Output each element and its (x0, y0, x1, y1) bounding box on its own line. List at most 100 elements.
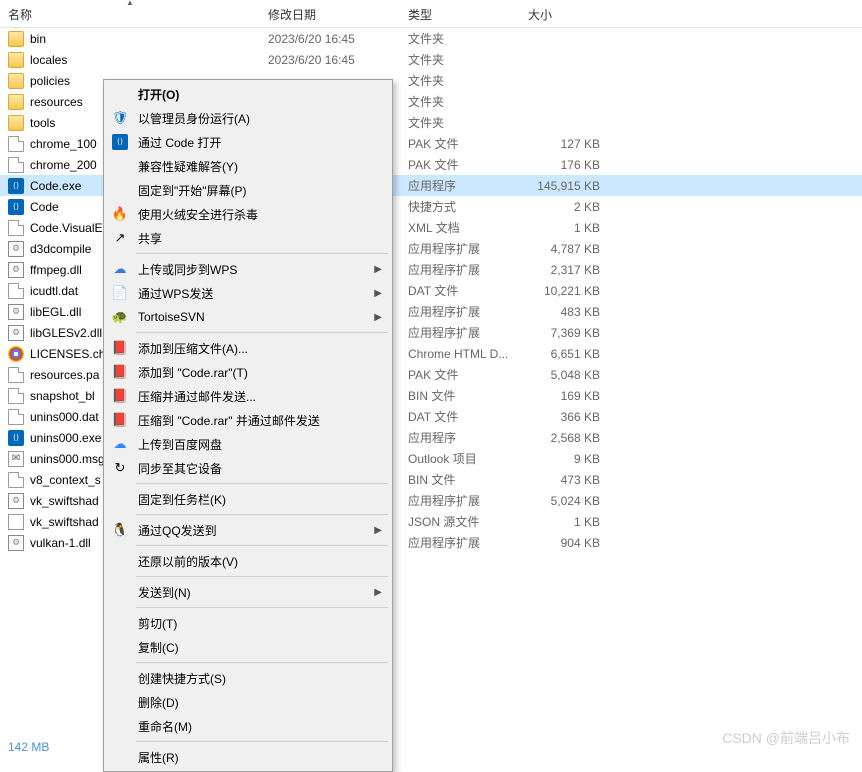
menu-separator (136, 662, 388, 663)
file-icon (8, 283, 24, 299)
file-size: 2,568 KB (520, 431, 620, 445)
file-icon (8, 220, 24, 236)
file-type: 文件夹 (400, 72, 520, 89)
file-size: 1 KB (520, 221, 620, 235)
menu-separator (136, 741, 388, 742)
folder-icon (8, 31, 24, 47)
file-row[interactable]: bin2023/6/20 16:45文件夹 (0, 28, 862, 49)
header-type[interactable]: 类型 (400, 0, 520, 27)
menu-add-rar[interactable]: 📕添加到 "Code.rar"(T) (106, 360, 390, 384)
file-type: DAT 文件 (400, 282, 520, 299)
file-row[interactable]: locales2023/6/20 16:45文件夹 (0, 49, 862, 70)
file-name: snapshot_bl (30, 389, 95, 403)
file-name: v8_context_s (30, 473, 101, 487)
menu-compress-email[interactable]: 📕压缩并通过邮件发送... (106, 384, 390, 408)
menu-share[interactable]: ↗共享 (106, 226, 390, 250)
dll-icon (8, 325, 24, 341)
file-name: resources (30, 95, 83, 109)
file-name: vulkan-1.dll (30, 536, 91, 550)
dll-icon (8, 262, 24, 278)
file-name: tools (30, 116, 55, 130)
menu-send-to[interactable]: 发送到(N)▶ (106, 580, 390, 604)
file-name: LICENSES.ch (30, 347, 105, 361)
menu-open[interactable]: 打开(O) (106, 82, 390, 106)
menu-cut[interactable]: 剪切(T) (106, 611, 390, 635)
header-date[interactable]: 修改日期 (260, 0, 400, 27)
menu-properties[interactable]: 属性(R) (106, 745, 390, 769)
file-type: PAK 文件 (400, 366, 520, 383)
chevron-right-icon: ▶ (374, 525, 382, 536)
menu-add-archive[interactable]: 📕添加到压缩文件(A)... (106, 336, 390, 360)
menu-open-with-code[interactable]: 通过 Code 打开 (106, 130, 390, 154)
menu-compat-troubleshoot[interactable]: 兼容性疑难解答(Y) (106, 154, 390, 178)
msg-icon (8, 451, 24, 467)
menu-tortoise-svn[interactable]: 🐢TortoiseSVN▶ (106, 305, 390, 329)
file-type: 应用程序 (400, 429, 520, 446)
menu-sync-devices[interactable]: ↻同步至其它设备 (106, 456, 390, 480)
file-name: libEGL.dll (30, 305, 81, 319)
file-type: Chrome HTML D... (400, 347, 520, 361)
menu-create-shortcut[interactable]: 创建快捷方式(S) (106, 666, 390, 690)
file-name: unins000.exe (30, 431, 101, 445)
menu-compress-rar-email[interactable]: 📕压缩到 "Code.rar" 并通过邮件发送 (106, 408, 390, 432)
vscode-icon (8, 178, 24, 194)
file-icon (8, 388, 24, 404)
file-type: JSON 源文件 (400, 513, 520, 530)
menu-copy[interactable]: 复制(C) (106, 635, 390, 659)
file-name: policies (30, 74, 70, 88)
menu-rename[interactable]: 重命名(M) (106, 714, 390, 738)
file-size: 7,369 KB (520, 326, 620, 340)
menu-qq-send[interactable]: 🐧通过QQ发送到▶ (106, 518, 390, 542)
file-name: icudtl.dat (30, 284, 78, 298)
file-size: 5,048 KB (520, 368, 620, 382)
folder-icon (8, 52, 24, 68)
vscode-icon (8, 430, 24, 446)
menu-pin-taskbar[interactable]: 固定到任务栏(K) (106, 487, 390, 511)
menu-delete[interactable]: 删除(D) (106, 690, 390, 714)
vscode-icon (8, 199, 24, 215)
file-type: BIN 文件 (400, 471, 520, 488)
file-type: 应用程序扩展 (400, 303, 520, 320)
file-size: 145,915 KB (520, 179, 620, 193)
file-name: chrome_100 (30, 137, 97, 151)
file-type: PAK 文件 (400, 135, 520, 152)
menu-run-as-admin[interactable]: 🛡以管理员身份运行(A) (106, 106, 390, 130)
file-size: 2,317 KB (520, 263, 620, 277)
menu-restore-versions[interactable]: 还原以前的版本(V) (106, 549, 390, 573)
header-name[interactable]: 名称▲ (0, 0, 260, 27)
file-name: chrome_200 (30, 158, 97, 172)
file-icon (8, 157, 24, 173)
chevron-right-icon: ▶ (374, 264, 382, 275)
file-size: 366 KB (520, 410, 620, 424)
file-type: XML 文档 (400, 219, 520, 236)
file-name: ffmpeg.dll (30, 263, 82, 277)
file-type: 文件夹 (400, 30, 520, 47)
baidu-icon: ☁ (110, 434, 130, 454)
file-type: DAT 文件 (400, 408, 520, 425)
file-type: 应用程序扩展 (400, 240, 520, 257)
menu-baidu-upload[interactable]: ☁上传到百度网盘 (106, 432, 390, 456)
file-type: 应用程序扩展 (400, 261, 520, 278)
menu-wps-upload[interactable]: ☁上传或同步到WPS▶ (106, 257, 390, 281)
menu-wps-send[interactable]: 📄通过WPS发送▶ (106, 281, 390, 305)
qq-icon: 🐧 (110, 520, 130, 540)
column-header-row: 名称▲ 修改日期 类型 大小 (0, 0, 862, 28)
menu-separator (136, 483, 388, 484)
file-size: 127 KB (520, 137, 620, 151)
file-name: Code.VisualE (30, 221, 103, 235)
menu-huorong-scan[interactable]: 🔥使用火绒安全进行杀毒 (106, 202, 390, 226)
file-size: 904 KB (520, 536, 620, 550)
file-type: 文件夹 (400, 93, 520, 110)
sort-asc-icon: ▲ (126, 0, 134, 7)
rar-icon: 📕 (110, 338, 130, 358)
file-name: d3dcompile (30, 242, 91, 256)
menu-separator (136, 607, 388, 608)
menu-pin-start[interactable]: 固定到"开始"屏幕(P) (106, 178, 390, 202)
file-size: 483 KB (520, 305, 620, 319)
file-date: 2023/6/20 16:45 (260, 53, 400, 67)
dll-icon (8, 241, 24, 257)
file-icon (8, 472, 24, 488)
header-size[interactable]: 大小 (520, 0, 620, 27)
dll-icon (8, 493, 24, 509)
chrome-icon (8, 346, 24, 362)
